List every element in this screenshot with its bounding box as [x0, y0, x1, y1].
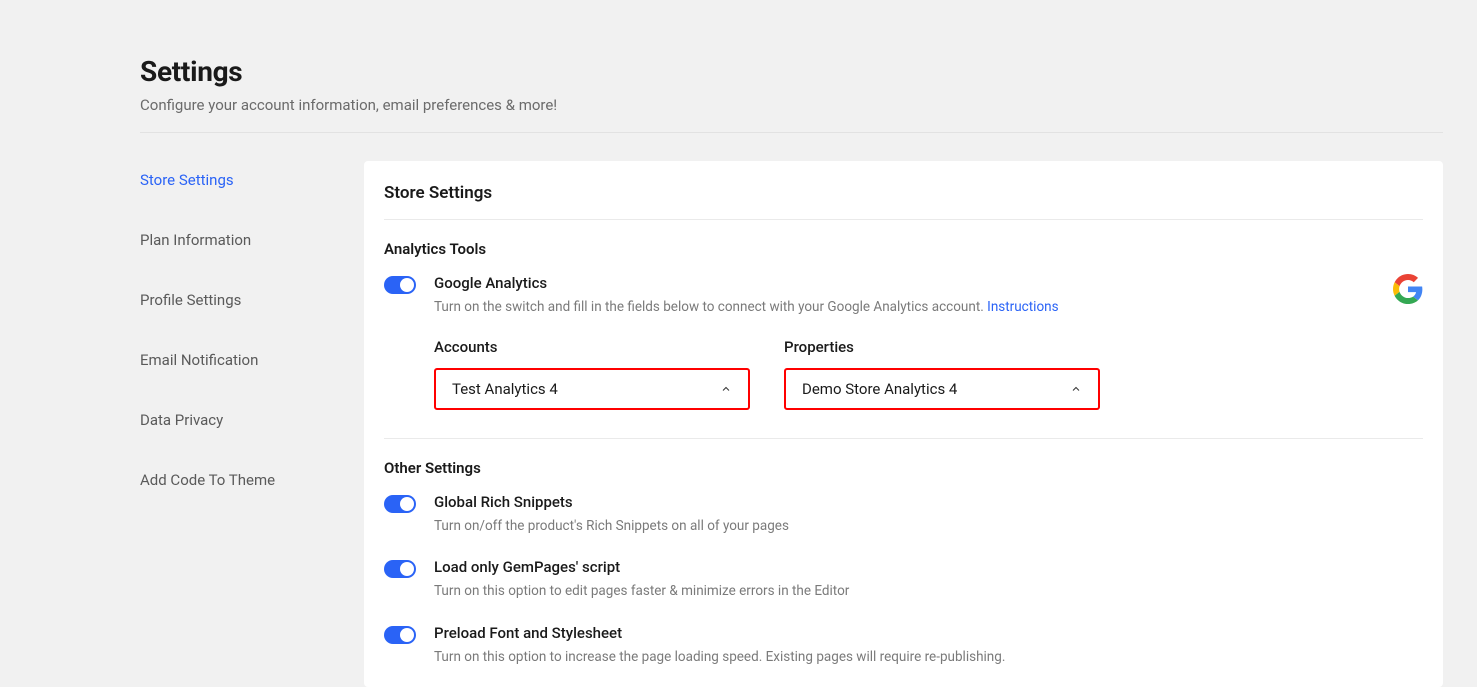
properties-label: Properties: [784, 338, 1100, 356]
page-title: Settings: [140, 55, 1443, 88]
main-panel: Store Settings Analytics Tools Google An…: [364, 161, 1443, 687]
settings-sidebar: Store Settings Plan Information Profile …: [140, 161, 330, 687]
section-divider: [384, 438, 1423, 439]
properties-value: Demo Store Analytics 4: [802, 380, 957, 398]
main-heading: Store Settings: [384, 183, 1423, 203]
header-divider: [140, 132, 1443, 133]
instructions-link[interactable]: Instructions: [987, 299, 1058, 315]
google-analytics-desc: Turn on the switch and fill in the field…: [434, 298, 1393, 318]
rich-snippets-toggle[interactable]: [384, 495, 416, 513]
page-subtitle: Configure your account information, emai…: [140, 96, 1443, 114]
section-divider: [384, 219, 1423, 220]
google-analytics-toggle[interactable]: [384, 276, 416, 294]
gempages-script-label: Load only GemPages' script: [434, 558, 1423, 576]
preload-font-label: Preload Font and Stylesheet: [434, 624, 1423, 642]
preload-font-desc: Turn on this option to increase the page…: [434, 648, 1423, 668]
accounts-label: Accounts: [434, 338, 750, 356]
preload-font-toggle[interactable]: [384, 626, 416, 644]
sidebar-item-plan-information[interactable]: Plan Information: [140, 221, 330, 259]
other-settings-title: Other Settings: [384, 459, 1423, 477]
google-analytics-label: Google Analytics: [434, 274, 1393, 292]
accounts-value: Test Analytics 4: [452, 380, 558, 398]
rich-snippets-desc: Turn on/off the product's Rich Snippets …: [434, 517, 1423, 537]
chevron-up-icon: [1070, 383, 1082, 395]
sidebar-item-email-notification[interactable]: Email Notification: [140, 341, 330, 379]
sidebar-item-store-settings[interactable]: Store Settings: [140, 161, 330, 199]
accounts-dropdown[interactable]: Test Analytics 4: [434, 368, 750, 410]
sidebar-item-profile-settings[interactable]: Profile Settings: [140, 281, 330, 319]
analytics-section-title: Analytics Tools: [384, 240, 1423, 258]
gempages-script-toggle[interactable]: [384, 560, 416, 578]
gempages-script-desc: Turn on this option to edit pages faster…: [434, 582, 1423, 602]
rich-snippets-label: Global Rich Snippets: [434, 493, 1423, 511]
page-header: Settings Configure your account informat…: [140, 55, 1443, 133]
chevron-up-icon: [720, 383, 732, 395]
sidebar-item-add-code-to-theme[interactable]: Add Code To Theme: [140, 461, 330, 499]
google-icon: [1393, 274, 1423, 304]
properties-dropdown[interactable]: Demo Store Analytics 4: [784, 368, 1100, 410]
sidebar-item-data-privacy[interactable]: Data Privacy: [140, 401, 330, 439]
